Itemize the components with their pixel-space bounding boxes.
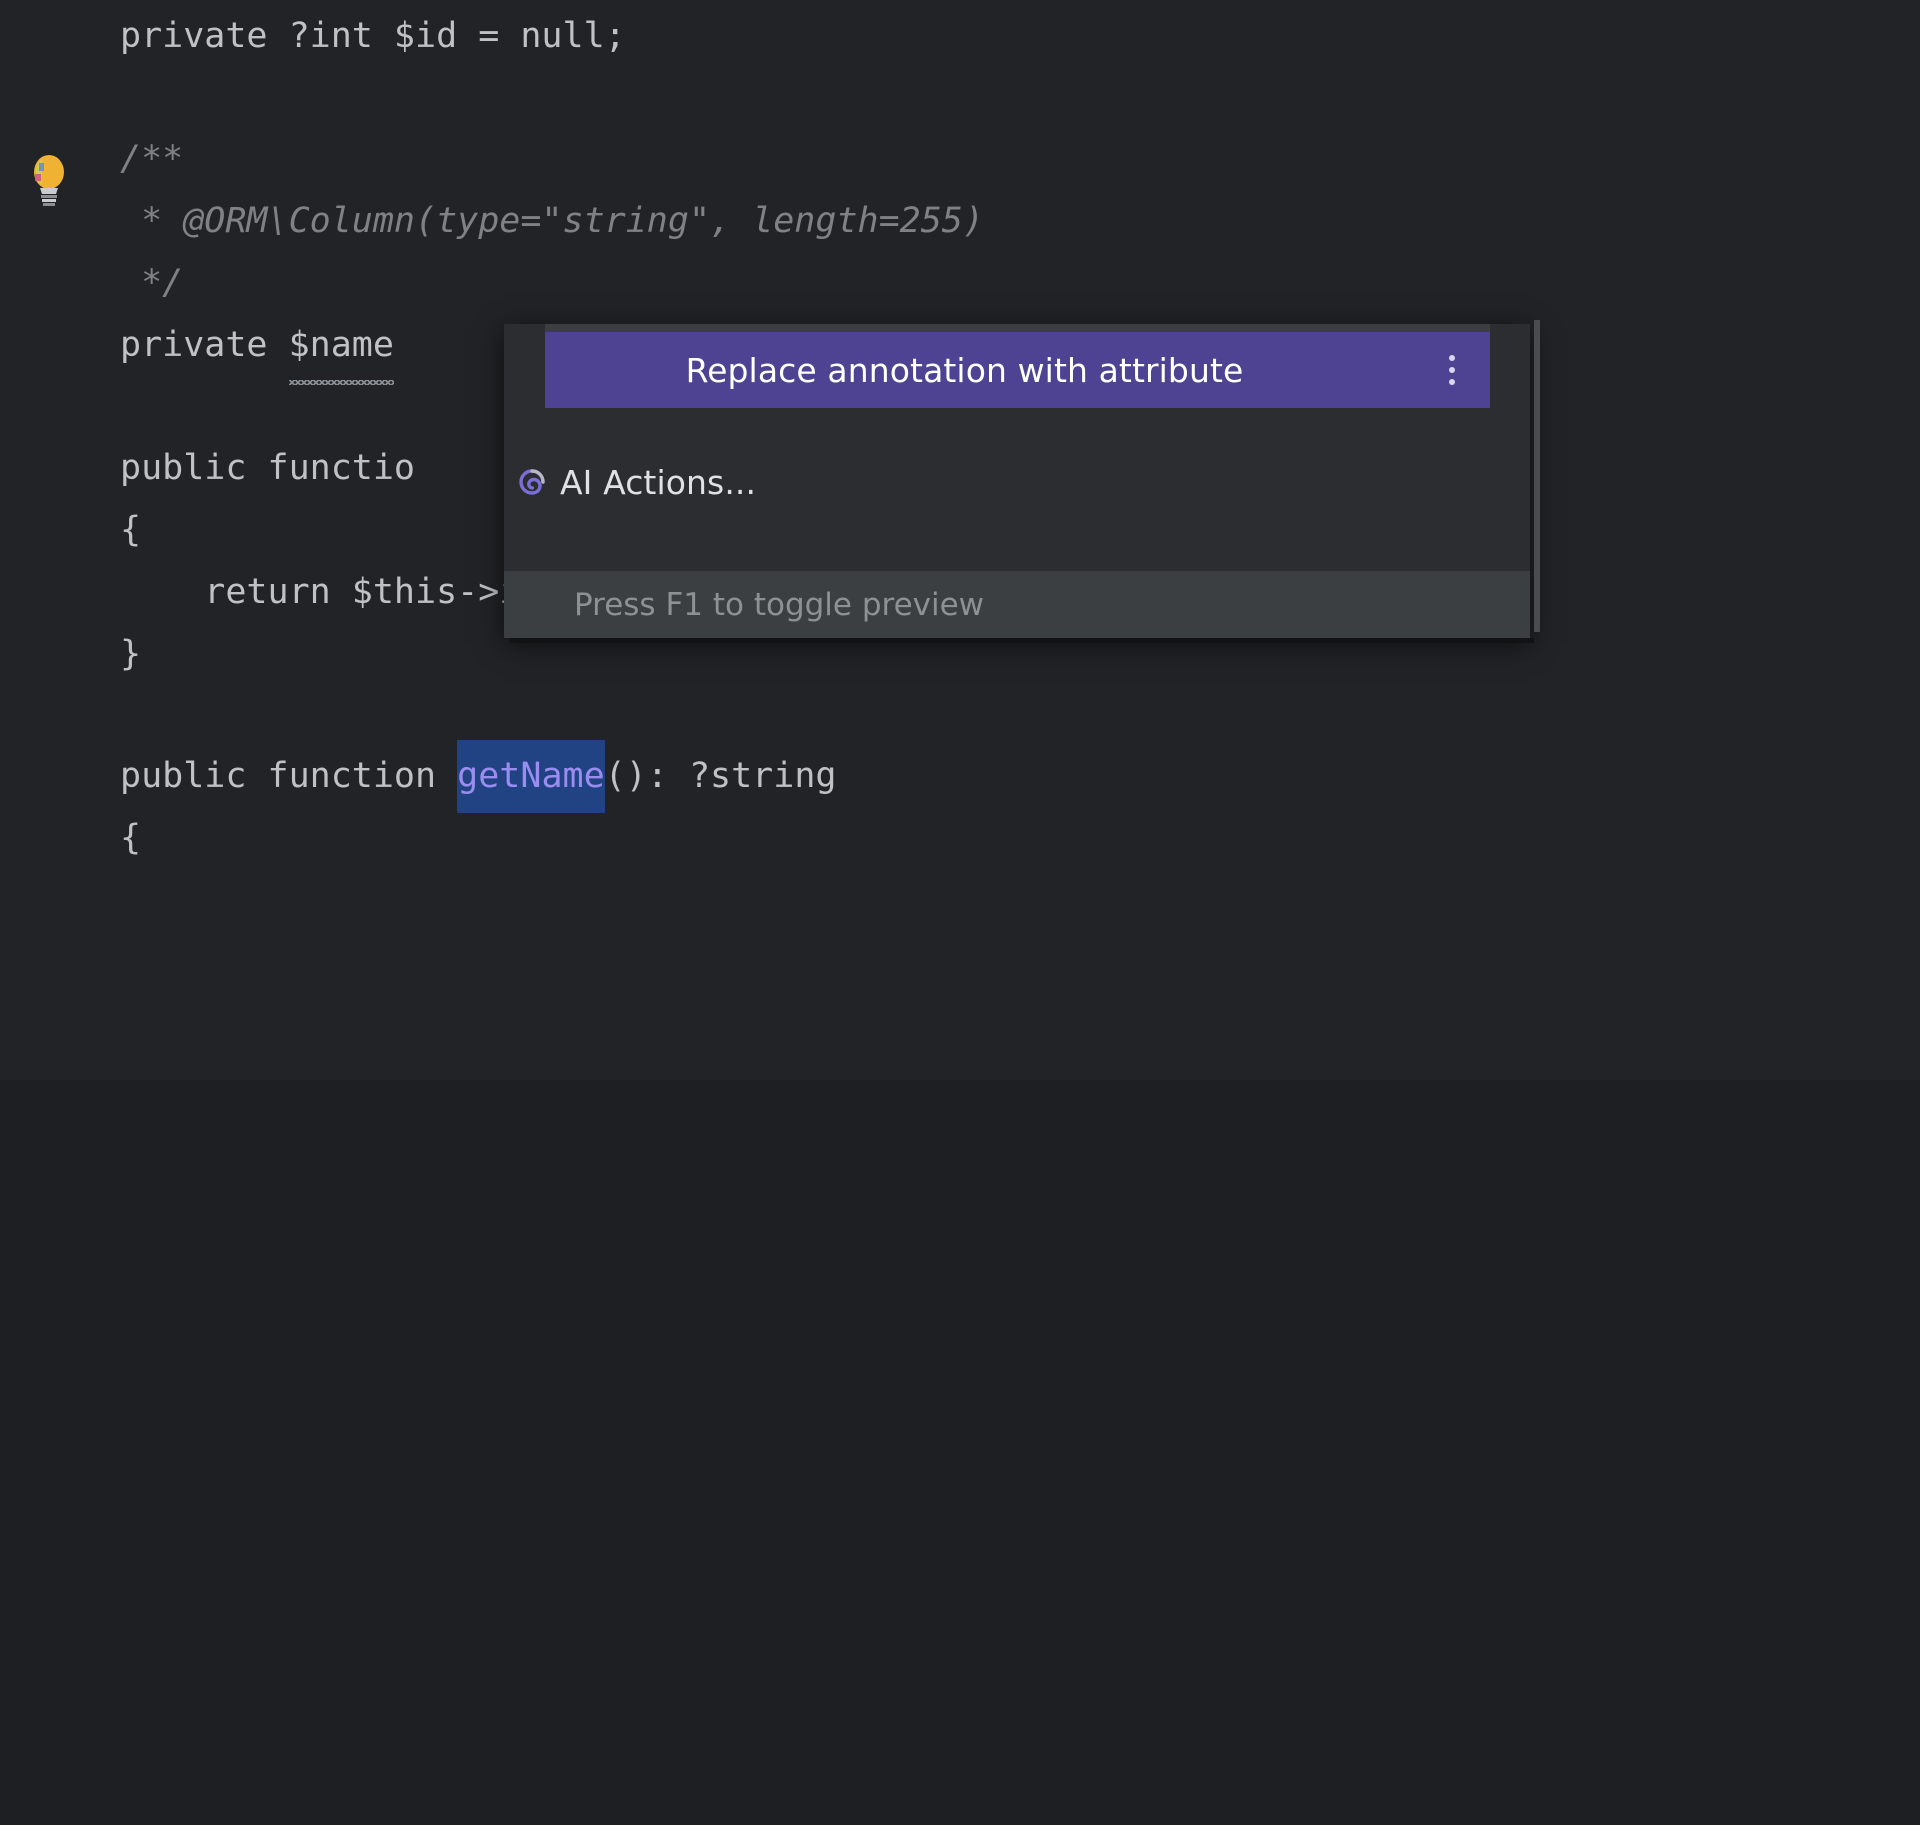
code-text-span: } bbox=[120, 634, 142, 674]
code-text-span: public function bbox=[120, 756, 458, 796]
code-text-span: (): ?string bbox=[604, 756, 837, 796]
kebab-dot bbox=[1449, 367, 1455, 373]
intention-actions-popup[interactable]: Replace annotation with attribute AI Act… bbox=[504, 324, 1530, 638]
popup-footer-hint: Press F1 to toggle preview bbox=[574, 586, 985, 623]
kebab-dot bbox=[1449, 355, 1455, 361]
code-line: public functio bbox=[120, 432, 415, 505]
popup-footer: Press F1 to toggle preview bbox=[504, 571, 1530, 638]
code-line: return $this->id; bbox=[120, 556, 563, 629]
code-line: } bbox=[120, 618, 141, 691]
kebab-dot bbox=[1449, 379, 1455, 385]
menu-item-replace-annotation-with-attribute[interactable]: Replace annotation with attribute bbox=[545, 332, 1490, 408]
popup-bottom-shadow bbox=[510, 638, 1534, 643]
kebab-menu-icon[interactable] bbox=[1424, 355, 1480, 385]
code-line: private ?int $id = null; bbox=[120, 0, 626, 73]
intention-actions-list[interactable]: Replace annotation with attribute AI Act… bbox=[504, 324, 1530, 571]
code-line: * @ORM\Column(type="string", length=255) bbox=[120, 185, 984, 258]
code-text-span: public functio bbox=[120, 448, 416, 488]
code-line: public function getName (): ?string bbox=[120, 740, 836, 813]
code-text-span: private bbox=[120, 325, 289, 365]
code-text-span: return $this->id; bbox=[120, 572, 563, 612]
highlighted-identifier: getName bbox=[457, 740, 605, 813]
code-text-span: private ?int $id = null; bbox=[120, 16, 626, 56]
code-line: private $name bbox=[120, 309, 395, 385]
code-line: { bbox=[120, 802, 141, 875]
popup-right-rail bbox=[1534, 320, 1540, 632]
menu-item-ai-actions[interactable]: AI Actions... bbox=[504, 444, 1530, 520]
ai-spiral-icon bbox=[504, 462, 560, 502]
code-text-span: { bbox=[120, 818, 142, 858]
popup-top-separator bbox=[545, 324, 1490, 332]
menu-item-label: AI Actions... bbox=[560, 462, 757, 502]
code-warning-identifier: $name bbox=[288, 309, 395, 385]
code-text-span: * @ORM\Column(type="string", length=255) bbox=[120, 201, 984, 241]
menu-item-label: Replace annotation with attribute bbox=[685, 350, 1244, 390]
